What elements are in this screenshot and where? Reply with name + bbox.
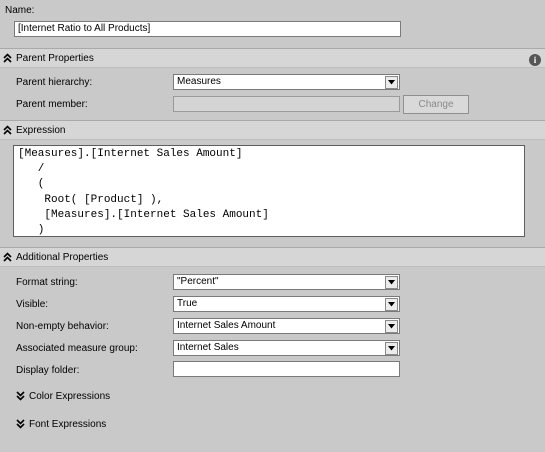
double-chevron-down-icon [15,419,25,429]
additional-properties-title: Additional Properties [16,252,109,263]
dropdown-arrow-icon[interactable] [385,320,398,333]
visible-select[interactable]: True [173,296,400,312]
color-expressions-toggle[interactable]: Color Expressions [14,389,154,403]
display-folder-input[interactable] [173,361,400,377]
additional-properties-header[interactable]: Additional Properties [0,248,545,267]
change-button[interactable]: Change [403,95,469,114]
visible-label: Visible: [16,299,49,310]
color-expressions-label: Color Expressions [29,391,111,402]
name-input[interactable]: [Internet Ratio to All Products] [14,21,401,37]
expression-title: Expression [16,125,66,136]
info-icon[interactable]: i [529,54,541,66]
double-chevron-down-icon [15,391,25,401]
parent-member-label: Parent member: [16,99,88,110]
expression-line: [Measures].[Internet Sales Amount] [18,148,243,160]
measure-group-select[interactable]: Internet Sales [173,340,400,356]
non-empty-behavior-select[interactable]: Internet Sales Amount [173,318,400,334]
expression-line: ) [18,224,45,237]
format-string-label: Format string: [16,277,78,288]
expression-line: Root( [Product] ), [18,193,164,206]
dropdown-arrow-icon[interactable] [385,76,398,89]
double-chevron-up-icon[interactable] [2,125,12,135]
double-chevron-up-icon[interactable] [2,252,12,262]
dropdown-arrow-icon[interactable] [385,298,398,311]
parent-member-input[interactable] [173,96,400,112]
expression-line: ( [18,178,45,191]
measure-group-label: Associated measure group: [16,343,138,354]
non-empty-behavior-value: Internet Sales Amount [177,320,276,331]
double-chevron-up-icon[interactable] [2,53,12,63]
display-folder-label: Display folder: [16,365,80,376]
format-string-value: "Percent" [177,276,219,287]
visible-value: True [177,298,198,309]
measure-group-value: Internet Sales [177,342,239,353]
name-label: Name: [5,5,35,16]
parent-properties-header[interactable]: Parent Properties [0,49,545,68]
font-expressions-label: Font Expressions [29,419,107,430]
dropdown-arrow-icon[interactable] [385,276,398,289]
expression-line: [Measures].[Internet Sales Amount] [18,208,269,221]
parent-properties-title: Parent Properties [16,53,94,64]
format-string-select[interactable]: "Percent" [173,274,400,290]
expression-editor[interactable]: [Measures].[Internet Sales Amount] / ( R… [13,145,525,237]
expression-header[interactable]: Expression [0,121,545,140]
expression-line: / [18,163,45,176]
font-expressions-toggle[interactable]: Font Expressions [14,417,154,431]
dropdown-arrow-icon[interactable] [385,342,398,355]
non-empty-behavior-label: Non-empty behavior: [16,321,109,332]
parent-hierarchy-label: Parent hierarchy: [16,77,93,88]
parent-hierarchy-select[interactable]: Measures [173,74,400,90]
parent-hierarchy-value: Measures [177,76,221,87]
